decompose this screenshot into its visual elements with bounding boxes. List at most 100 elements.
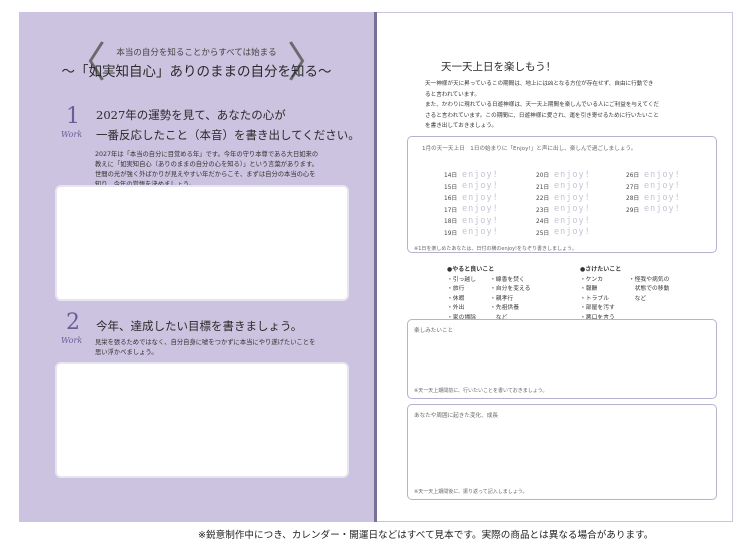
enjoy-trace-text[interactable]: enjoy! [644, 181, 681, 191]
enjoy-trace-text[interactable]: enjoy! [554, 227, 591, 237]
calendar-day-row[interactable]: 18日 enjoy! [444, 215, 499, 227]
work2-write-area[interactable] [55, 362, 349, 478]
calendar-day-row[interactable]: 16日 enjoy! [444, 192, 499, 204]
calendar-day-row[interactable]: 20日 enjoy! [536, 169, 591, 181]
list-item: ・ケンカ [580, 276, 604, 283]
calendar-day-row[interactable]: 25日 enjoy! [536, 227, 591, 239]
calendar-day-row[interactable]: 23日 enjoy! [536, 204, 591, 216]
sample-disclaimer: ※鋭意制作中につき、カレンダー・開運日などはすべて見本です。実際の商品とは異なる… [198, 530, 654, 541]
left-page-subtitle: 本当の自分を知ることからすべては始まる [116, 48, 277, 58]
left-page-title: 〜「如実知自心」ありのままの自分を知る〜 [61, 64, 332, 80]
work2-body: 見栄を張るためではなく、自分自身に嘘をつかずに本当にやり遂げたいことを 思い浮か… [95, 338, 315, 358]
right-page-intro: 天一神様が天に昇っているこの期間は、地上には凶となる方位が存在せず、自由に行動で… [425, 79, 715, 132]
memo-enjoy-note: ※天一天上期間前に、行いたいことを書いておきましょう。 [414, 388, 548, 394]
enjoy-trace-text[interactable]: enjoy! [644, 204, 681, 214]
work1-body-line: 世間の光が強く外ばかりが見えやすい年だからこそ、まずは自分の本当の心を [95, 171, 316, 178]
calendar-date: 24日 [536, 219, 550, 226]
calendar-day-row[interactable]: 21日 enjoy! [536, 181, 591, 193]
list-item: ・トラブル [580, 295, 609, 302]
work1-body-line: 教えに「如実知自心（ありのままの自分の心を知る）」という言葉があります。 [95, 161, 318, 168]
list-item: 状態での移動 [628, 286, 670, 293]
calendar-column-3: 26日 enjoy! 27日 enjoy! 28日 enjoy! 29日 enjoy! [626, 169, 681, 215]
avoid-list-column-1: ・ケンカ ・報酬 ・トラブル ・部屋を汚す ・悪口を言う [580, 276, 615, 324]
tenichi-calendar: 1月の天一天上日 1日の始まりに「Enjoy!」と声に出し、楽しんで過ごしましょ… [407, 136, 717, 253]
enjoy-trace-text[interactable]: enjoy! [462, 227, 499, 237]
list-item: ・報酬 [580, 286, 598, 293]
right-page: 天一天上日を楽しもう！ 天一神様が天に昇っているこの期間は、地上には凶となる方位… [377, 12, 733, 522]
enjoy-trace-text[interactable]: enjoy! [462, 216, 499, 226]
work2-label: Work [61, 336, 83, 345]
calendar-note: ※1日を楽しめたあなたは、日付の横のenjoy!をなぞり書きしましょう。 [414, 246, 577, 252]
avoid-list-title: ●さけたいこと [580, 266, 622, 273]
intro-line: また、かわりに現れている日遊神様は、天一天上期間を楽しんでいる人にご利益を与えて… [425, 102, 659, 108]
enjoy-trace-text[interactable]: enjoy! [554, 204, 591, 214]
enjoy-trace-text[interactable]: enjoy! [554, 193, 591, 203]
memo-change-box[interactable]: あなたや周囲に起きた変化、成長 ※天一天上期間後に、振り返って記入しましょう。 [407, 404, 717, 500]
enjoy-trace-text[interactable]: enjoy! [554, 181, 591, 191]
list-item: ・外出 [447, 305, 465, 312]
enjoy-trace-text[interactable]: enjoy! [462, 170, 499, 180]
calendar-date: 15日 [444, 184, 458, 191]
list-item: ・自分を変える [490, 286, 531, 293]
calendar-day-row[interactable]: 28日 enjoy! [626, 192, 681, 204]
calendar-date: 20日 [536, 173, 550, 180]
calendar-day-row[interactable]: 14日 enjoy! [444, 169, 499, 181]
calendar-date: 19日 [444, 230, 458, 237]
calendar-day-row[interactable]: 17日 enjoy! [444, 204, 499, 216]
calendar-day-row[interactable]: 15日 enjoy! [444, 181, 499, 193]
calendar-day-row[interactable]: 27日 enjoy! [626, 181, 681, 193]
calendar-date: 14日 [444, 173, 458, 180]
calendar-column-1: 14日 enjoy! 15日 enjoy! 16日 enjoy! 17日 enjoy! … [444, 169, 499, 238]
list-item: ・先祖供養 [490, 305, 519, 312]
enjoy-trace-text[interactable]: enjoy! [644, 170, 681, 180]
notebook-spread: 〈 〉 本当の自分を知ることからすべては始まる 〜「如実知自心」ありのままの自分… [19, 12, 733, 522]
enjoy-trace-text[interactable]: enjoy! [554, 170, 591, 180]
intro-line: 天一神様が天に昇っているこの期間は、地上には凶となる方位が存在せず、自由に行動で… [425, 81, 654, 87]
calendar-date: 18日 [444, 219, 458, 226]
memo-change-label: あなたや周囲に起きた変化、成長 [414, 413, 498, 419]
intro-line: を書き出しておきましょう。 [425, 123, 498, 129]
work1-body-line: 2027年は「本当の自分に目覚める年」です。今年の守り本尊である大日如来の [95, 151, 319, 158]
calendar-date: 23日 [536, 207, 550, 214]
calendar-date: 28日 [626, 196, 640, 203]
list-item: ・部屋を汚す [580, 305, 615, 312]
work2-number: 2 [66, 310, 80, 335]
work1-heading-line1: 2027年の運勢を見て、あなたの心が [96, 108, 286, 122]
work2-body-line: 思い浮かべましょう。 [95, 349, 158, 356]
list-item: ・線香を焚く [490, 276, 525, 283]
calendar-date: 22日 [536, 196, 550, 203]
enjoy-trace-text[interactable]: enjoy! [462, 181, 499, 191]
good-list-column-1: ・引っ越し ・旅行 ・休暇 ・外出 ・家の掃除 [447, 276, 476, 324]
memo-change-note: ※天一天上期間後に、振り返って記入しましょう。 [414, 489, 528, 495]
calendar-day-row[interactable]: 19日 enjoy! [444, 227, 499, 239]
calendar-day-row[interactable]: 26日 enjoy! [626, 169, 681, 181]
calendar-date: 17日 [444, 207, 458, 214]
work1-write-area[interactable] [55, 185, 349, 301]
memo-enjoy-box[interactable]: 楽しみたいこと ※天一天上期間前に、行いたいことを書いておきましょう。 [407, 319, 717, 399]
good-list-title: ●やると良いこと [447, 266, 495, 273]
enjoy-trace-text[interactable]: enjoy! [554, 216, 591, 226]
list-item: ・休暇 [447, 295, 465, 302]
enjoy-trace-text[interactable]: enjoy! [644, 193, 681, 203]
calendar-date: 16日 [444, 196, 458, 203]
avoid-list-column-2: ・怪我や病気の 状態での移動 など [629, 276, 670, 324]
calendar-day-row[interactable]: 22日 enjoy! [536, 192, 591, 204]
calendar-date: 21日 [536, 184, 550, 191]
work1-number: 1 [66, 104, 80, 129]
good-things-list: ●やると良いこと ・引っ越し ・旅行 ・休暇 ・外出 ・家の掃除 ・線香を焚く … [447, 265, 530, 324]
list-item: など [628, 295, 647, 302]
calendar-day-row[interactable]: 24日 enjoy! [536, 215, 591, 227]
calendar-day-row[interactable]: 29日 enjoy! [626, 204, 681, 216]
memo-enjoy-label: 楽しみたいこと [414, 328, 454, 334]
intro-line: さると言われています。この期間に、日遊神様に愛され、運を引き寄せるために行いたい… [425, 112, 659, 119]
work1-label: Work [61, 130, 83, 139]
right-page-title: 天一天上日を楽しもう！ [441, 61, 557, 73]
left-page: 〈 〉 本当の自分を知ることからすべては始まる 〜「如実知自心」ありのままの自分… [19, 12, 374, 522]
work1-heading-line2: 一番反応したこと（本音）を書き出してください。 [96, 128, 360, 142]
calendar-date: 27日 [626, 184, 640, 191]
enjoy-trace-text[interactable]: enjoy! [462, 204, 499, 214]
enjoy-trace-text[interactable]: enjoy! [462, 193, 499, 203]
list-item: ・旅行 [447, 286, 465, 293]
list-item: ・怪我や病気の [628, 276, 670, 283]
calendar-header: 1月の天一天上日 1日の始まりに「Enjoy!」と声に出し、楽しんで過ごしましょ… [422, 146, 637, 152]
